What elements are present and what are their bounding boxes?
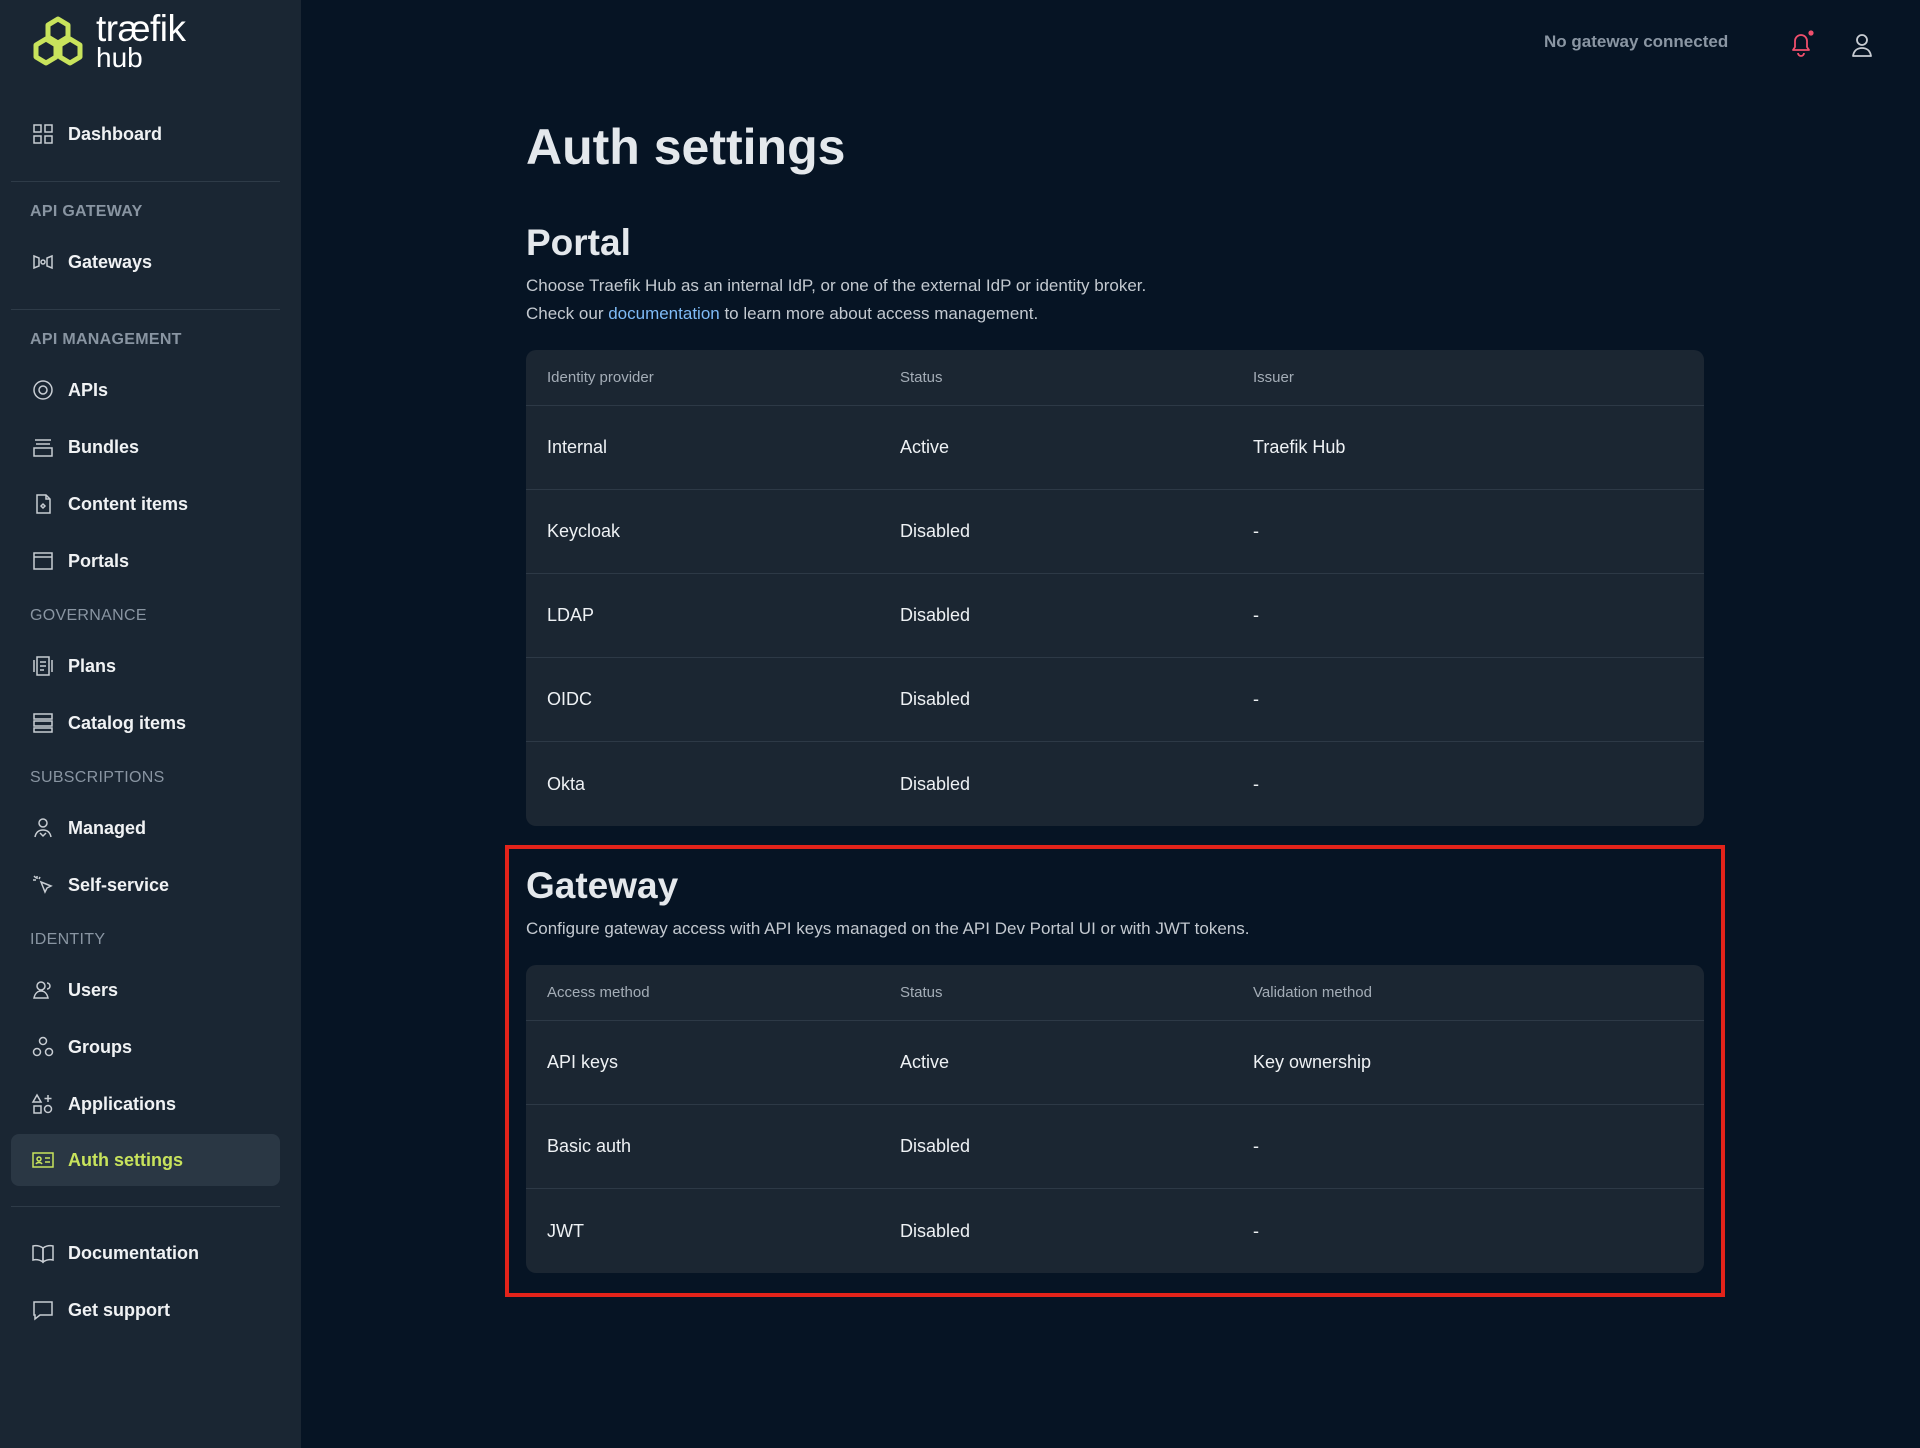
groups-icon [30,1034,56,1060]
sidebar-item-label: Gateways [68,251,153,272]
section-label-api-gateway: API GATEWAY [30,203,143,220]
sidebar-item-managed[interactable]: Managed [11,802,280,854]
portal-section-description: Choose Traefik Hub as an internal IdP, o… [526,272,1146,328]
column-header: Identity provider [547,369,654,386]
section-label-api-management: API MANAGEMENT [30,331,182,348]
user-menu-button[interactable] [1849,31,1875,59]
gateway-section-highlight [505,845,1725,1297]
table-cell: Internal [547,437,608,457]
table-cell: Active [900,437,950,457]
table-row[interactable]: Internal Active Traefik Hub [526,406,1704,490]
sidebar-item-gateways[interactable]: Gateways [11,236,280,288]
table-cell: Traefik Hub [1253,437,1346,457]
sidebar-divider [11,181,280,182]
table-cell: Disabled [900,605,971,625]
portal-desc-prefix: Check our [526,304,609,323]
section-label-identity: IDENTITY [30,931,106,948]
table-header: Identity provider Status Issuer [526,350,1704,406]
sidebar-item-label: Groups [68,1036,133,1057]
table-cell: OIDC [547,689,592,709]
sidebar-item-label: APIs [68,379,109,400]
table-row[interactable]: OIDC Disabled - [526,658,1704,742]
column-header: Issuer [1253,369,1294,386]
table-cell: - [1253,521,1259,541]
portal-desc-line1: Choose Traefik Hub as an internal IdP, o… [526,276,1147,295]
sidebar-item-documentation[interactable]: Documentation [11,1227,280,1279]
sidebar-item-content-items[interactable]: Content items [11,478,280,530]
user-icon [1852,34,1872,57]
sidebar-item-label: Managed [68,817,147,838]
table-row[interactable]: Keycloak Disabled - [526,490,1704,574]
notifications-button[interactable] [1788,30,1814,58]
document-icon [30,491,56,517]
browser-window-icon [30,548,56,574]
sidebar-item-label: Bundles [68,436,140,457]
sidebar-divider [11,1206,280,1207]
gateway-icon [30,249,56,275]
chat-icon [30,1297,56,1323]
sidebar-item-label: Get support [68,1299,170,1320]
column-header: Status [900,369,943,386]
identity-provider-table: Identity provider Status Issuer Internal… [526,350,1704,826]
book-icon [30,1240,56,1266]
section-label-subscriptions: SUBSCRIPTIONS [30,769,165,786]
applications-icon [30,1091,56,1117]
table-cell: - [1253,605,1259,625]
sidebar-item-label: Auth settings [68,1149,183,1170]
table-cell: Disabled [900,689,971,709]
sidebar-item-label: Users [68,979,119,1000]
portal-section-title: Portal [526,222,631,263]
gateway-status-text: No gateway connected [1544,32,1729,51]
logo-wordmark: træfik [96,7,186,49]
table-cell: - [1253,773,1259,794]
page-title: Auth settings [526,119,846,175]
section-label-governance: GOVERNANCE [30,607,147,624]
documentation-link[interactable]: documentation [608,304,720,323]
bell-icon [1792,30,1814,57]
sidebar-item-apis[interactable]: APIs [11,364,280,416]
table-cell: Disabled [900,521,971,541]
sidebar-item-label: Applications [68,1093,177,1114]
users-icon [30,977,56,1003]
sidebar-item-portals[interactable]: Portals [11,535,280,587]
sidebar-item-catalog-items[interactable]: Catalog items [11,697,280,749]
table-cell: - [1253,689,1259,709]
sidebar-item-applications[interactable]: Applications [11,1078,280,1130]
sidebar-item-label: Dashboard [68,123,163,144]
table-cell: LDAP [547,605,595,625]
sidebar-divider [11,309,280,310]
sidebar-item-dashboard[interactable]: Dashboard [11,108,280,160]
cursor-click-icon [30,872,56,898]
table-cell: Okta [547,773,586,794]
traefik-hub-logo[interactable]: træfik hub [30,7,186,74]
sidebar-item-label: Documentation [68,1242,200,1263]
sidebar-item-label: Plans [68,655,117,676]
sidebar: træfik hub Dashboard API GATEWAY Gateway… [0,0,301,1448]
table-cell: Disabled [900,773,971,794]
sidebar-item-label: Portals [68,550,130,571]
managed-user-icon [30,815,56,841]
sidebar-item-users[interactable]: Users [11,964,280,1016]
table-row[interactable]: LDAP Disabled - [526,574,1704,658]
plans-icon [30,653,56,679]
api-icon [30,377,56,403]
catalog-icon [30,710,56,736]
table-row[interactable]: Okta Disabled - [526,742,1704,826]
hexagon-logo-icon [33,16,83,66]
sidebar-item-self-service[interactable]: Self-service [11,859,280,911]
sidebar-item-label: Self-service [68,874,170,895]
sidebar-item-label: Content items [68,493,189,514]
sidebar-item-label: Catalog items [68,712,187,733]
sidebar-item-get-support[interactable]: Get support [11,1284,280,1336]
dashboard-icon [30,121,56,147]
sidebar-item-groups[interactable]: Groups [11,1021,280,1073]
table-cell: Keycloak [547,521,621,541]
portal-desc-suffix: to learn more about access management. [719,304,1039,323]
sidebar-item-bundles[interactable]: Bundles [11,421,280,473]
sidebar-item-auth-settings[interactable]: Auth settings [11,1134,280,1186]
bundle-icon [30,434,56,460]
id-card-icon [30,1147,56,1173]
sidebar-item-plans[interactable]: Plans [11,640,280,692]
logo-subtitle: hub [96,42,143,74]
